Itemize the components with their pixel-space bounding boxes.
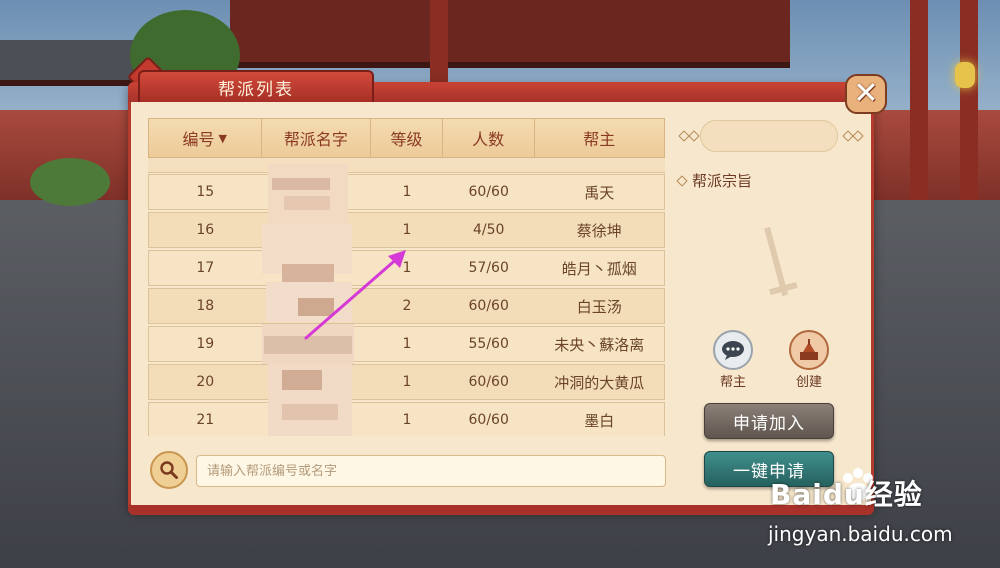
cell-leader: 蔡徐坤 <box>576 221 622 240</box>
apply-join-button[interactable]: 申请加入 <box>704 403 834 439</box>
cell-id: 15 <box>196 184 215 200</box>
guild-purpose-label: 帮派宗旨 <box>692 172 753 190</box>
cell-members: 60/60 <box>468 412 509 428</box>
table-row[interactable]: 21 1 60/60 墨白 <box>148 402 665 436</box>
cell-members: 57/60 <box>468 260 509 276</box>
cell-members: 60/60 <box>468 374 509 390</box>
search-button[interactable] <box>150 451 188 489</box>
column-header-members: 人数 <box>443 119 535 157</box>
chat-bubble-icon <box>722 341 744 360</box>
background-rooftop-left <box>0 40 140 86</box>
cell-leader: 白玉汤 <box>576 297 622 316</box>
dialog-title-tab: 帮派列表 <box>138 70 374 102</box>
lantern-icon <box>955 62 975 88</box>
sword-watermark-icon <box>764 226 798 297</box>
table-row[interactable]: 15 1 60/60 禹天 <box>148 174 665 210</box>
table-header: 编号 ▼ 帮派名字 等级 人数 帮主 <box>148 118 665 158</box>
cell-id: 18 <box>196 298 215 314</box>
table-row[interactable]: 16 1 4/50 蔡徐坤 <box>148 212 665 248</box>
cell-name-redacted <box>262 251 372 285</box>
cell-leader: 冲洞的大黄瓜 <box>554 373 645 392</box>
cell-level: 1 <box>402 222 412 238</box>
background-bush <box>30 158 110 206</box>
guild-table: 编号 ▼ 帮派名字 等级 人数 帮主 15 1 60/60 禹天 16 1 4/… <box>148 118 665 436</box>
table-row[interactable]: 20 1 60/60 冲洞的大黄瓜 <box>148 364 665 400</box>
cell-leader: 墨白 <box>584 411 615 430</box>
leader-button-label: 帮主 <box>719 375 746 390</box>
cell-id: 17 <box>196 260 215 276</box>
create-guild-icon <box>800 339 818 360</box>
close-button[interactable]: ✕ <box>845 74 887 114</box>
cell-id: 21 <box>196 412 215 428</box>
column-header-level: 等级 <box>371 119 443 157</box>
cell-level: 1 <box>402 184 412 200</box>
baidu-jingyan-logo: Baidu经验 <box>770 478 923 511</box>
close-x-icon: ✕ <box>853 76 879 111</box>
cell-level: 1 <box>402 374 412 390</box>
sort-down-icon: ▼ <box>218 131 228 145</box>
cell-name-redacted <box>262 327 372 361</box>
magnifier-icon <box>160 461 178 479</box>
cell-members: 60/60 <box>468 298 509 314</box>
table-row-partial <box>148 158 665 173</box>
cell-id: 20 <box>196 374 215 390</box>
cell-name-redacted <box>262 213 372 247</box>
cell-level: 1 <box>402 412 412 428</box>
cell-level: 2 <box>402 298 412 314</box>
create-guild-button[interactable] <box>789 330 829 370</box>
background-gate-roof <box>230 0 790 68</box>
cell-members: 55/60 <box>468 336 509 352</box>
cell-id: 16 <box>196 222 215 238</box>
watermark-url: jingyan.baidu.com <box>768 522 953 546</box>
dialog-bottom-band <box>128 505 874 515</box>
cell-name-redacted <box>262 175 372 209</box>
column-header-name: 帮派名字 <box>262 119 372 157</box>
column-header-leader: 帮主 <box>583 130 616 149</box>
cell-level: 1 <box>402 336 412 352</box>
table-row[interactable]: 17 1 57/60 皓月丶孤烟 <box>148 250 665 286</box>
create-button-label: 创建 <box>795 375 822 390</box>
contact-leader-button[interactable] <box>713 330 753 370</box>
column-header-id-label: 编号 <box>182 130 215 149</box>
cell-level: 1 <box>402 260 412 276</box>
cell-leader: 皓月丶孤烟 <box>561 259 637 278</box>
cell-name-redacted <box>262 289 372 323</box>
search-input[interactable] <box>196 455 666 487</box>
cell-name-redacted <box>262 403 372 436</box>
column-header-id[interactable]: 编号 ▼ <box>149 119 262 157</box>
cell-members: 4/50 <box>472 222 505 238</box>
guild-info-field <box>700 120 838 152</box>
cell-id: 19 <box>196 336 215 352</box>
dialog-title: 帮派列表 <box>218 79 294 100</box>
table-row[interactable]: 19 1 55/60 未央丶蘇洛离 <box>148 326 665 362</box>
cell-members: 60/60 <box>468 184 509 200</box>
cell-leader: 未央丶蘇洛离 <box>554 335 645 354</box>
table-body[interactable]: 15 1 60/60 禹天 16 1 4/50 蔡徐坤 17 1 57/60 皓… <box>148 158 665 436</box>
cell-leader: 禹天 <box>584 183 615 202</box>
table-row[interactable]: 18 2 60/60 白玉汤 <box>148 288 665 324</box>
cell-name-redacted <box>262 365 372 399</box>
